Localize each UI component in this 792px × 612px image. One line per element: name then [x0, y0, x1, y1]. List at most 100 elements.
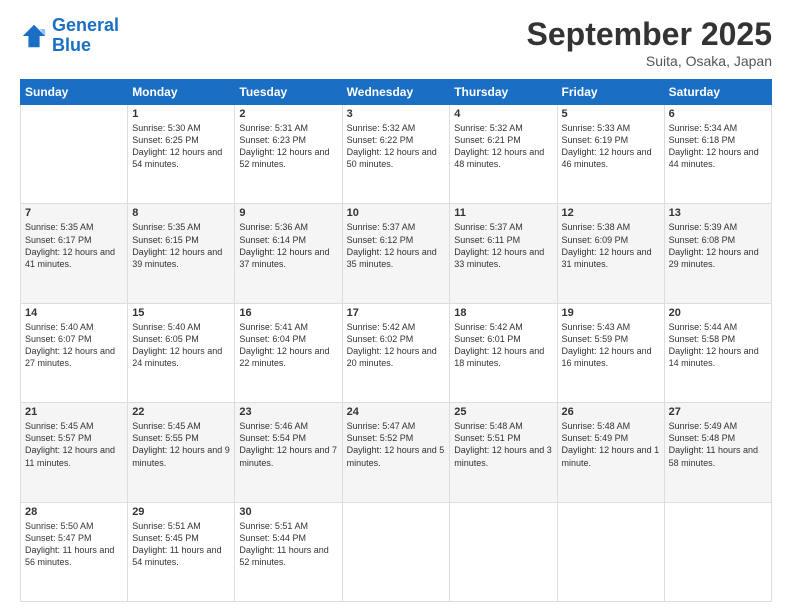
calendar-cell: 7 Sunrise: 5:35 AMSunset: 6:17 PMDaylight…: [21, 204, 128, 303]
weekday-header-friday: Friday: [557, 80, 664, 105]
day-info: Sunrise: 5:45 AMSunset: 5:55 PMDaylight:…: [132, 420, 230, 469]
day-number: 1: [132, 108, 230, 120]
day-number: 13: [669, 207, 767, 219]
calendar-cell: [450, 502, 557, 601]
day-info: Sunrise: 5:36 AMSunset: 6:14 PMDaylight:…: [239, 221, 337, 270]
calendar-cell: 27 Sunrise: 5:49 AMSunset: 5:48 PMDayligh…: [664, 403, 771, 502]
day-info: Sunrise: 5:37 AMSunset: 6:11 PMDaylight:…: [454, 221, 552, 270]
calendar-cell: 15Sunrise: 5:40 AMSunset: 6:05 PMDayligh…: [128, 303, 235, 402]
weekday-header-row: SundayMondayTuesdayWednesdayThursdayFrid…: [21, 80, 772, 105]
day-number: 28: [25, 506, 123, 518]
day-info: Sunrise: 5:44 AMSunset: 5:58 PMDaylight:…: [669, 321, 767, 370]
calendar-week-5: 28 Sunrise: 5:50 AMSunset: 5:47 PMDayligh…: [21, 502, 772, 601]
day-info: Sunrise: 5:32 AMSunset: 6:22 PMDaylight:…: [347, 122, 446, 171]
day-number: 6: [669, 108, 767, 120]
day-number: 8: [132, 207, 230, 219]
calendar-week-2: 7 Sunrise: 5:35 AMSunset: 6:17 PMDaylight…: [21, 204, 772, 303]
day-number: 20: [669, 307, 767, 319]
day-number: 10: [347, 207, 446, 219]
calendar-cell: 10 Sunrise: 5:37 AMSunset: 6:12 PMDayligh…: [342, 204, 450, 303]
day-info: Sunrise: 5:40 AMSunset: 6:05 PMDaylight:…: [132, 321, 230, 370]
day-number: 19: [562, 307, 660, 319]
calendar-cell: 20 Sunrise: 5:44 AMSunset: 5:58 PMDayligh…: [664, 303, 771, 402]
day-number: 30: [239, 506, 337, 518]
day-info: Sunrise: 5:42 AMSunset: 6:02 PMDaylight:…: [347, 321, 446, 370]
day-number: 14: [25, 307, 123, 319]
calendar-cell: 9 Sunrise: 5:36 AMSunset: 6:14 PMDaylight…: [235, 204, 342, 303]
calendar-cell: [557, 502, 664, 601]
weekday-header-tuesday: Tuesday: [235, 80, 342, 105]
day-number: 11: [454, 207, 552, 219]
day-info: Sunrise: 5:40 AMSunset: 6:07 PMDaylight:…: [25, 321, 123, 370]
day-info: Sunrise: 5:51 AMSunset: 5:45 PMDaylight:…: [132, 520, 230, 569]
day-number: 24: [347, 406, 446, 418]
calendar-cell: 5Sunrise: 5:33 AMSunset: 6:19 PMDaylight…: [557, 105, 664, 204]
calendar-cell: 23 Sunrise: 5:46 AMSunset: 5:54 PMDayligh…: [235, 403, 342, 502]
calendar-cell: 26 Sunrise: 5:48 AMSunset: 5:49 PMDayligh…: [557, 403, 664, 502]
logo-icon: [20, 22, 48, 50]
day-info: Sunrise: 5:33 AMSunset: 6:19 PMDaylight:…: [562, 122, 660, 171]
calendar-table: SundayMondayTuesdayWednesdayThursdayFrid…: [20, 79, 772, 602]
calendar-cell: 30 Sunrise: 5:51 AMSunset: 5:44 PMDayligh…: [235, 502, 342, 601]
calendar-cell: 12 Sunrise: 5:38 AMSunset: 6:09 PMDayligh…: [557, 204, 664, 303]
day-info: Sunrise: 5:41 AMSunset: 6:04 PMDaylight:…: [239, 321, 337, 370]
day-info: Sunrise: 5:42 AMSunset: 6:01 PMDaylight:…: [454, 321, 552, 370]
calendar-cell: 16Sunrise: 5:41 AMSunset: 6:04 PMDayligh…: [235, 303, 342, 402]
calendar-week-3: 14 Sunrise: 5:40 AMSunset: 6:07 PMDayligh…: [21, 303, 772, 402]
month-title: September 2025: [527, 16, 772, 53]
calendar-week-4: 21 Sunrise: 5:45 AMSunset: 5:57 PMDayligh…: [21, 403, 772, 502]
calendar-cell: 24Sunrise: 5:47 AMSunset: 5:52 PMDayligh…: [342, 403, 450, 502]
day-info: Sunrise: 5:46 AMSunset: 5:54 PMDaylight:…: [239, 420, 337, 469]
day-info: Sunrise: 5:39 AMSunset: 6:08 PMDaylight:…: [669, 221, 767, 270]
day-info: Sunrise: 5:48 AMSunset: 5:51 PMDaylight:…: [454, 420, 552, 469]
day-number: 3: [347, 108, 446, 120]
day-number: 9: [239, 207, 337, 219]
day-number: 29: [132, 506, 230, 518]
day-number: 21: [25, 406, 123, 418]
day-number: 7: [25, 207, 123, 219]
calendar-cell: 28 Sunrise: 5:50 AMSunset: 5:47 PMDayligh…: [21, 502, 128, 601]
calendar-cell: 17 Sunrise: 5:42 AMSunset: 6:02 PMDayligh…: [342, 303, 450, 402]
day-number: 17: [347, 307, 446, 319]
calendar-cell: 1 Sunrise: 5:30 AMSunset: 6:25 PMDaylight…: [128, 105, 235, 204]
day-info: Sunrise: 5:32 AMSunset: 6:21 PMDaylight:…: [454, 122, 552, 171]
day-info: Sunrise: 5:48 AMSunset: 5:49 PMDaylight:…: [562, 420, 660, 469]
day-number: 26: [562, 406, 660, 418]
calendar-cell: 29 Sunrise: 5:51 AMSunset: 5:45 PMDayligh…: [128, 502, 235, 601]
calendar-cell: [21, 105, 128, 204]
calendar-week-1: 1 Sunrise: 5:30 AMSunset: 6:25 PMDaylight…: [21, 105, 772, 204]
day-info: Sunrise: 5:35 AMSunset: 6:17 PMDaylight:…: [25, 221, 123, 270]
calendar-cell: 13 Sunrise: 5:39 AMSunset: 6:08 PMDayligh…: [664, 204, 771, 303]
day-info: Sunrise: 5:35 AMSunset: 6:15 PMDaylight:…: [132, 221, 230, 270]
day-info: Sunrise: 5:31 AMSunset: 6:23 PMDaylight:…: [239, 122, 337, 171]
calendar-cell: 21 Sunrise: 5:45 AMSunset: 5:57 PMDayligh…: [21, 403, 128, 502]
calendar-cell: 19Sunrise: 5:43 AMSunset: 5:59 PMDayligh…: [557, 303, 664, 402]
calendar-cell: 22Sunrise: 5:45 AMSunset: 5:55 PMDayligh…: [128, 403, 235, 502]
calendar-cell: 14 Sunrise: 5:40 AMSunset: 6:07 PMDayligh…: [21, 303, 128, 402]
calendar-cell: 3 Sunrise: 5:32 AMSunset: 6:22 PMDaylight…: [342, 105, 450, 204]
calendar-cell: 25Sunrise: 5:48 AMSunset: 5:51 PMDayligh…: [450, 403, 557, 502]
day-info: Sunrise: 5:34 AMSunset: 6:18 PMDaylight:…: [669, 122, 767, 171]
calendar-cell: 2Sunrise: 5:31 AMSunset: 6:23 PMDaylight…: [235, 105, 342, 204]
day-info: Sunrise: 5:30 AMSunset: 6:25 PMDaylight:…: [132, 122, 230, 171]
location: Suita, Osaka, Japan: [527, 53, 772, 69]
day-info: Sunrise: 5:49 AMSunset: 5:48 PMDaylight:…: [669, 420, 767, 469]
day-number: 4: [454, 108, 552, 120]
calendar-cell: 4 Sunrise: 5:32 AMSunset: 6:21 PMDaylight…: [450, 105, 557, 204]
calendar-cell: [664, 502, 771, 601]
day-number: 23: [239, 406, 337, 418]
weekday-header-wednesday: Wednesday: [342, 80, 450, 105]
weekday-header-monday: Monday: [128, 80, 235, 105]
page: General Blue September 2025 Suita, Osaka…: [0, 0, 792, 612]
day-info: Sunrise: 5:38 AMSunset: 6:09 PMDaylight:…: [562, 221, 660, 270]
day-info: Sunrise: 5:51 AMSunset: 5:44 PMDaylight:…: [239, 520, 337, 569]
logo-text: General Blue: [52, 16, 119, 56]
day-number: 27: [669, 406, 767, 418]
weekday-header-saturday: Saturday: [664, 80, 771, 105]
logo: General Blue: [20, 16, 119, 56]
day-number: 12: [562, 207, 660, 219]
weekday-header-thursday: Thursday: [450, 80, 557, 105]
day-info: Sunrise: 5:45 AMSunset: 5:57 PMDaylight:…: [25, 420, 123, 469]
day-info: Sunrise: 5:37 AMSunset: 6:12 PMDaylight:…: [347, 221, 446, 270]
day-info: Sunrise: 5:50 AMSunset: 5:47 PMDaylight:…: [25, 520, 123, 569]
